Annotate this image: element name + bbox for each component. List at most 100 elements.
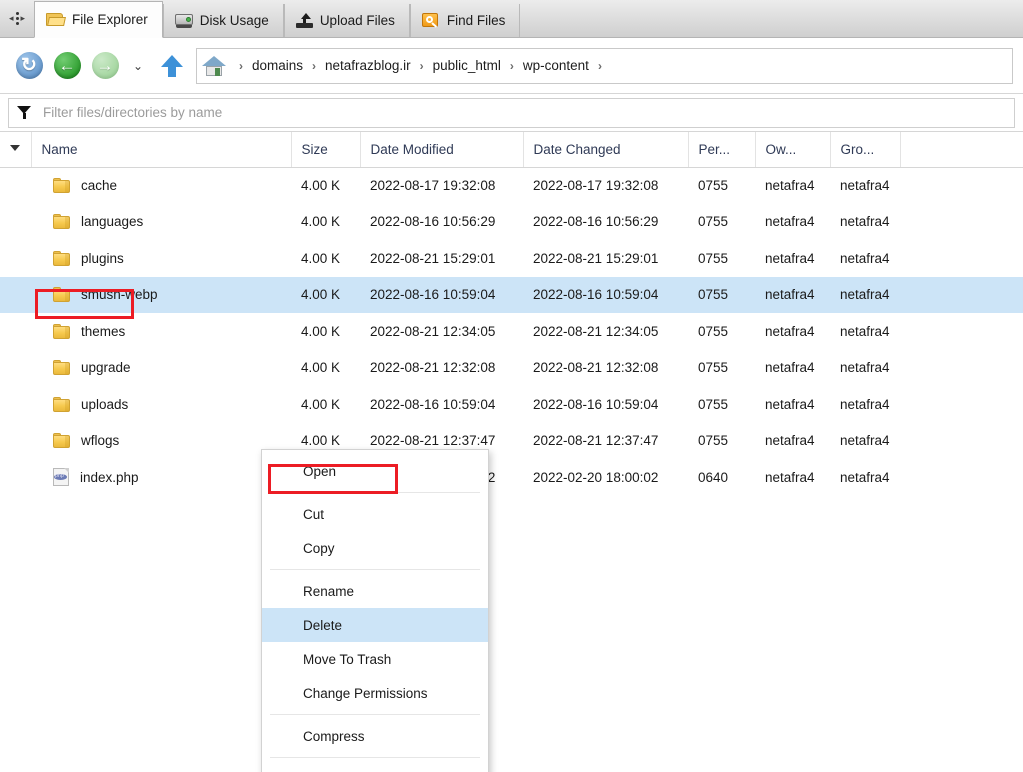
context-menu: Open Cut Copy Rename Delete Move To Trash Chan… <box>261 449 489 772</box>
table-row[interactable]: cache 4.00 K 2022-08-17 19:32:08 2022-08-17… <box>0 167 1023 204</box>
column-header-size[interactable]: Size <box>291 132 361 168</box>
column-header-owner[interactable]: Ow... <box>755 132 831 168</box>
cell-name[interactable]: themes <box>31 313 291 350</box>
cell-name[interactable]: smush-webp <box>31 276 291 313</box>
tab-disk-usage[interactable]: Disk Usage <box>162 4 284 37</box>
table-row[interactable]: wflogs 4.00 K 2022-08-21 12:37:47 2022-08-2… <box>0 423 1023 460</box>
tab-scroll-handle[interactable]: ◂ ▸ <box>0 0 34 37</box>
back-arrow-icon <box>53 52 81 79</box>
cell-name[interactable]: languages <box>31 204 291 241</box>
cell-date-modified: 2022-08-21 15:29:01 <box>370 250 496 266</box>
table-row[interactable]: upgrade 4.00 K 2022-08-21 12:32:08 2022-08-… <box>0 350 1023 387</box>
disk-icon <box>174 13 193 29</box>
context-menu-item-rename[interactable]: Rename <box>262 574 488 608</box>
cell-permissions: 0755 <box>698 360 729 376</box>
table-row[interactable]: themes 4.00 K 2022-08-21 12:34:05 2022-08-2… <box>0 313 1023 350</box>
context-menu-item-open[interactable]: Open <box>262 454 488 488</box>
context-menu-separator <box>270 757 480 758</box>
filter-input[interactable] <box>41 104 1006 121</box>
cell-owner: netafra4 <box>765 178 815 193</box>
tab-scroll-left-icon[interactable]: ◂ <box>9 13 14 23</box>
row-select-cell[interactable] <box>0 276 31 313</box>
table-row[interactable]: smush-webp 4.00 K 2022-08-16 10:59:04 2022-… <box>0 276 1023 313</box>
cell-group: netafra4 <box>840 469 890 485</box>
history-dropdown-button[interactable]: ⌄ <box>124 47 152 85</box>
row-select-cell[interactable] <box>0 423 31 460</box>
cell-size: 4.00 K <box>301 250 341 266</box>
cell-spacer <box>900 313 1023 350</box>
row-select-cell[interactable] <box>0 386 31 423</box>
context-menu-item-change-permissions[interactable]: Change Permissions <box>262 676 488 710</box>
cell-name[interactable]: upgrade <box>31 350 291 387</box>
column-header-date-changed[interactable]: Date Changed <box>523 132 689 168</box>
context-menu-item-cut[interactable]: Cut <box>262 497 488 531</box>
select-all-column-header[interactable] <box>0 132 32 168</box>
table-row[interactable]: uploads 4.00 K 2022-08-16 10:59:04 2022-08-… <box>0 386 1023 423</box>
funnel-icon <box>17 105 32 120</box>
row-select-cell[interactable] <box>0 167 31 204</box>
cell-group: netafra4 <box>840 433 890 449</box>
context-menu-item-copy-path[interactable]: Copy Path <box>262 762 488 772</box>
header-row: Name Size Date Modified Date Changed Per… <box>0 132 1023 168</box>
cell-name[interactable]: uploads <box>31 386 291 423</box>
breadcrumb-item-public-html[interactable]: public_html <box>433 58 501 73</box>
context-menu-item-copy[interactable]: Copy <box>262 531 488 565</box>
row-select-cell[interactable] <box>0 350 31 387</box>
context-menu-item-compress[interactable]: Compress <box>262 719 488 753</box>
breadcrumb-item-netafrazblog[interactable]: netafrazblog.ir <box>325 58 411 73</box>
up-one-level-button[interactable] <box>152 47 192 85</box>
caret-down-icon[interactable] <box>10 144 21 151</box>
tab-upload-files[interactable]: Upload Files <box>283 4 410 37</box>
cell-permissions: 0755 <box>698 396 729 412</box>
column-header-permissions[interactable]: Per... <box>688 132 756 168</box>
back-button[interactable] <box>48 47 86 85</box>
breadcrumb: › domains › netafrazblog.ir › public_htm… <box>196 47 1013 84</box>
cell-date-changed: 2022-02-20 18:00:02 <box>533 469 659 485</box>
tab-file-explorer[interactable]: File Explorer <box>34 1 163 38</box>
upload-icon <box>295 12 313 29</box>
tab-scroll-right-icon[interactable]: ▸ <box>21 13 26 23</box>
column-header-date-modified[interactable]: Date Modified <box>360 132 524 168</box>
row-select-cell[interactable] <box>0 313 31 350</box>
home-icon[interactable] <box>202 55 226 77</box>
cell-owner: netafra4 <box>765 433 815 449</box>
table-row[interactable]: languages 4.00 K 2022-08-16 10:56:29 2022-0… <box>0 204 1023 241</box>
table-row[interactable]: index.php282022-02-20 18:00:022022-02-20… <box>0 459 1023 496</box>
cell-size: 4.00 K <box>291 276 360 313</box>
breadcrumb-separator-icon: › <box>239 58 243 73</box>
cell-name[interactable]: index.php <box>31 459 291 496</box>
cell-date-modified: 2022-08-16 10:59:04 <box>360 276 523 313</box>
context-menu-separator <box>270 714 480 715</box>
cell-name[interactable]: wflogs <box>31 423 291 460</box>
navigation-toolbar: ⌄ › domains › netafrazblog.ir › public_h… <box>0 38 1023 94</box>
refresh-icon <box>15 52 43 79</box>
forward-button[interactable] <box>86 47 124 85</box>
tab-drag-dots-icon[interactable] <box>15 11 19 25</box>
cell-name[interactable]: cache <box>31 167 291 204</box>
tab-label: File Explorer <box>72 12 148 27</box>
cell-size: 4.00 K <box>301 214 341 230</box>
file-name-label: wflogs <box>81 433 120 449</box>
column-header-group[interactable]: Gro... <box>830 132 901 168</box>
folder-open-icon <box>46 12 66 27</box>
cell-name[interactable]: plugins <box>31 240 291 277</box>
row-select-cell[interactable] <box>0 204 31 241</box>
filter-field-wrapper[interactable] <box>8 97 1015 128</box>
tab-find-files[interactable]: Find Files <box>409 4 521 37</box>
cell-spacer <box>900 240 1023 277</box>
column-header-name[interactable]: Name <box>31 132 292 168</box>
cell-owner: netafra4 <box>765 469 815 485</box>
breadcrumb-item-domains[interactable]: domains <box>252 58 303 73</box>
breadcrumb-item-wp-content[interactable]: wp-content <box>523 58 589 73</box>
cell-spacer <box>900 350 1023 387</box>
context-menu-item-move-to-trash[interactable]: Move To Trash <box>262 642 488 676</box>
row-select-cell[interactable] <box>0 240 31 277</box>
folder-icon <box>53 250 70 266</box>
context-menu-item-delete[interactable]: Delete <box>262 608 488 642</box>
cell-group: netafra4 <box>840 214 890 230</box>
table-row[interactable]: plugins 4.00 K 2022-08-21 15:29:01 2022-08-… <box>0 240 1023 277</box>
cell-group: netafra4 <box>840 360 890 376</box>
find-files-icon <box>421 13 440 28</box>
row-select-cell[interactable] <box>0 459 31 496</box>
refresh-button[interactable] <box>10 47 48 85</box>
